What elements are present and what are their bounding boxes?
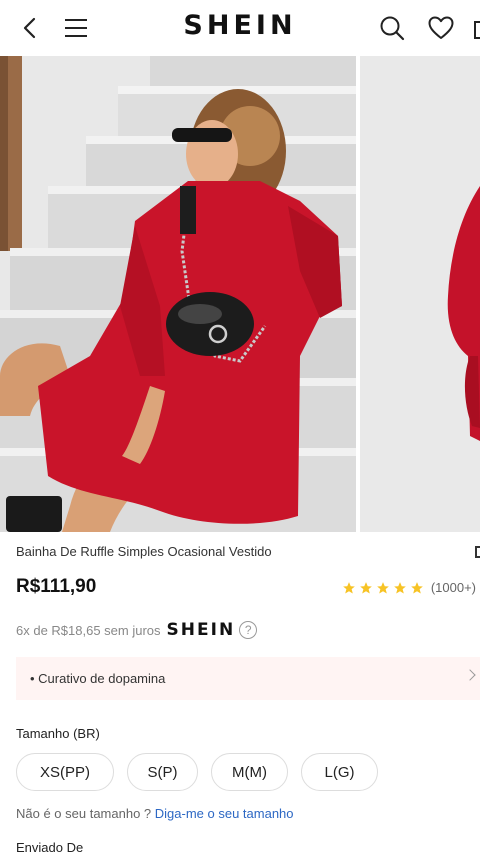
promo-label: • Curativo de dopamina <box>30 671 166 686</box>
size-help: Não é o seu tamanho ? Diga-me o seu tama… <box>16 806 294 821</box>
product-title: Bainha De Ruffle Simples Ocasional Vesti… <box>16 544 272 559</box>
installment-brand-logo: SHEIN <box>166 620 236 640</box>
size-section-label: Tamanho (BR) <box>16 726 100 741</box>
promo-banner[interactable]: • Curativo de dopamina <box>16 657 480 700</box>
bag-icon[interactable] <box>470 12 480 44</box>
star-icon <box>342 581 355 594</box>
product-photo-main[interactable] <box>0 56 356 532</box>
share-icon[interactable] <box>475 546 480 558</box>
rating-summary[interactable]: (1000+) <box>342 580 476 595</box>
star-icon <box>410 581 423 594</box>
top-nav-bar: SHEIN <box>0 0 480 56</box>
size-option-m[interactable]: M(M) <box>211 753 288 791</box>
search-icon[interactable] <box>376 12 408 44</box>
size-option-xs[interactable]: XS(PP) <box>16 753 114 791</box>
size-option-l[interactable]: L(G) <box>301 753 378 791</box>
installment-text: 6x de R$18,65 sem juros <box>16 622 161 638</box>
installment-info: 6x de R$18,65 sem juros SHEIN ? <box>16 620 258 640</box>
heart-icon[interactable] <box>425 12 457 44</box>
size-help-link[interactable]: Diga-me o seu tamanho <box>155 806 294 821</box>
star-icon <box>359 581 372 594</box>
shipped-from-label: Enviado De <box>16 840 84 854</box>
review-count: (1000+) <box>430 580 476 595</box>
product-image-gallery[interactable] <box>0 56 480 532</box>
star-icon <box>376 581 389 594</box>
size-options: XS(PP) S(P) M(M) L(G) <box>16 753 378 791</box>
size-help-text: Não é o seu tamanho ? <box>16 806 155 821</box>
info-icon[interactable]: ? <box>239 621 258 639</box>
brand-logo[interactable]: SHEIN <box>0 10 480 41</box>
size-option-s[interactable]: S(P) <box>127 753 198 791</box>
chevron-right-icon <box>464 669 476 681</box>
star-icon <box>393 581 406 594</box>
product-price: R$111,90 <box>16 576 97 597</box>
product-photo-next[interactable] <box>360 56 480 532</box>
